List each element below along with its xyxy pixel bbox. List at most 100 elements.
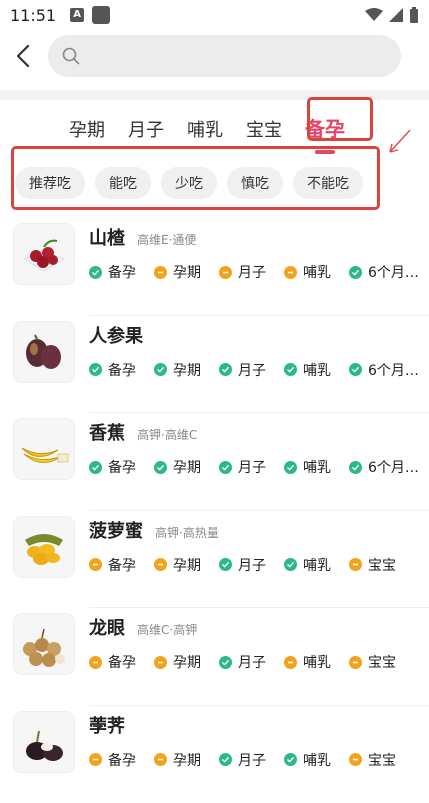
check-icon: [284, 753, 297, 766]
search-input[interactable]: [88, 47, 352, 66]
food-image-water-chestnut: [14, 712, 74, 772]
minus-icon: [154, 753, 167, 766]
status-item: 孕期: [154, 457, 201, 477]
status-item: 孕期: [154, 750, 201, 770]
food-list: 山楂高维E·通便 备孕 孕期 月子 哺乳 6个月… 人参果 备孕 孕期: [0, 218, 429, 803]
check-icon: [89, 363, 102, 376]
food-name: 龙眼: [89, 614, 125, 640]
check-icon: [284, 461, 297, 474]
tab-baby[interactable]: 宝宝: [246, 116, 282, 150]
status-time: 11:51: [10, 6, 56, 25]
check-icon: [89, 266, 102, 279]
list-item[interactable]: 菠萝蜜高钾·高热量 备孕 孕期 月子 哺乳 宝宝: [0, 511, 429, 609]
status-item: 6个月…: [349, 457, 419, 477]
status-item: 6个月…: [349, 262, 419, 282]
status-item: 备孕: [89, 555, 136, 575]
search-box[interactable]: [48, 35, 401, 77]
back-button[interactable]: [8, 36, 38, 76]
highlight-box-tab: [307, 97, 373, 141]
minus-icon: [154, 266, 167, 279]
check-icon: [219, 461, 232, 474]
minus-icon: [349, 656, 362, 669]
list-item[interactable]: 人参果 备孕 孕期 月子 哺乳 6个月…: [0, 316, 429, 414]
check-icon: [349, 266, 362, 279]
food-image-banana: [14, 419, 74, 479]
status-item: 宝宝: [349, 750, 396, 770]
status-item: 宝宝: [349, 555, 396, 575]
check-icon: [219, 558, 232, 571]
top-bar: [0, 30, 429, 82]
signal-icon: [389, 8, 403, 22]
minus-icon: [349, 558, 362, 571]
wifi-icon: [365, 8, 383, 22]
list-item[interactable]: 山楂高维E·通便 备孕 孕期 月子 哺乳 6个月…: [0, 218, 429, 316]
status-item: 月子: [219, 360, 266, 380]
status-item: 孕期: [154, 555, 201, 575]
food-name: 人参果: [89, 322, 143, 348]
minus-icon: [154, 656, 167, 669]
status-item: 备孕: [89, 262, 136, 282]
food-tags: 高钾·高热量: [155, 524, 219, 541]
minus-icon: [154, 558, 167, 571]
status-row: 备孕 孕期 月子 哺乳 宝宝: [89, 750, 419, 770]
food-tags: 高维E·通便: [137, 231, 196, 248]
food-image-hawthorn: [14, 224, 74, 284]
status-item: 月子: [219, 457, 266, 477]
status-row: 备孕 孕期 月子 哺乳 宝宝: [89, 555, 419, 575]
list-item[interactable]: 荸荠 备孕 孕期 月子 哺乳 宝宝: [0, 706, 429, 803]
check-icon: [349, 363, 362, 376]
highlight-box-filters: [11, 146, 380, 210]
food-name: 香蕉: [89, 419, 125, 445]
status-right: [365, 7, 419, 23]
status-item: 备孕: [89, 750, 136, 770]
status-item: 宝宝: [349, 652, 396, 672]
notification-icon: A: [70, 8, 84, 22]
food-tags: 高钾·高维C: [137, 426, 197, 443]
food-image-ginseng-fruit: [14, 322, 74, 382]
status-bar: 11:51 A: [0, 0, 429, 30]
status-item: 哺乳: [284, 652, 331, 672]
check-icon: [219, 363, 232, 376]
status-row: 备孕 孕期 月子 哺乳 6个月…: [89, 360, 419, 380]
status-item: 备孕: [89, 360, 136, 380]
minus-icon: [89, 753, 102, 766]
check-icon: [284, 363, 297, 376]
status-row: 备孕 孕期 月子 哺乳 6个月…: [89, 457, 419, 477]
check-icon: [284, 558, 297, 571]
minus-icon: [89, 656, 102, 669]
status-item: 哺乳: [284, 457, 331, 477]
status-item: 备孕: [89, 457, 136, 477]
list-item[interactable]: 龙眼高维C·高钾 备孕 孕期 月子 哺乳 宝宝: [0, 608, 429, 706]
tab-confinement[interactable]: 月子: [128, 116, 164, 150]
list-item[interactable]: 香蕉高钾·高维C 备孕 孕期 月子 哺乳 6个月…: [0, 413, 429, 511]
check-icon: [89, 461, 102, 474]
status-row: 备孕 孕期 月子 哺乳 宝宝: [89, 652, 419, 672]
food-name: 荸荠: [89, 712, 125, 738]
status-item: 月子: [219, 652, 266, 672]
tab-pregnancy[interactable]: 孕期: [69, 116, 105, 150]
minus-icon: [349, 753, 362, 766]
food-name: 菠萝蜜: [89, 517, 143, 543]
minus-icon: [219, 266, 232, 279]
food-tags: 高维C·高钾: [137, 621, 197, 638]
status-item: 孕期: [154, 652, 201, 672]
check-icon: [154, 461, 167, 474]
check-icon: [154, 363, 167, 376]
status-item: 月子: [219, 262, 266, 282]
tab-nursing[interactable]: 哺乳: [187, 116, 223, 150]
check-icon: [349, 461, 362, 474]
status-item: 备孕: [89, 652, 136, 672]
food-image-jackfruit: [14, 517, 74, 577]
minus-icon: [284, 266, 297, 279]
status-item: 哺乳: [284, 262, 331, 282]
check-icon: [219, 656, 232, 669]
battery-icon: [409, 7, 419, 23]
app-notification-icon: [92, 6, 110, 24]
minus-icon: [284, 656, 297, 669]
food-name: 山楂: [89, 224, 125, 250]
food-image-longan: [14, 614, 74, 674]
status-item: 孕期: [154, 360, 201, 380]
status-item: 哺乳: [284, 750, 331, 770]
check-icon: [219, 753, 232, 766]
status-item: 6个月…: [349, 360, 419, 380]
